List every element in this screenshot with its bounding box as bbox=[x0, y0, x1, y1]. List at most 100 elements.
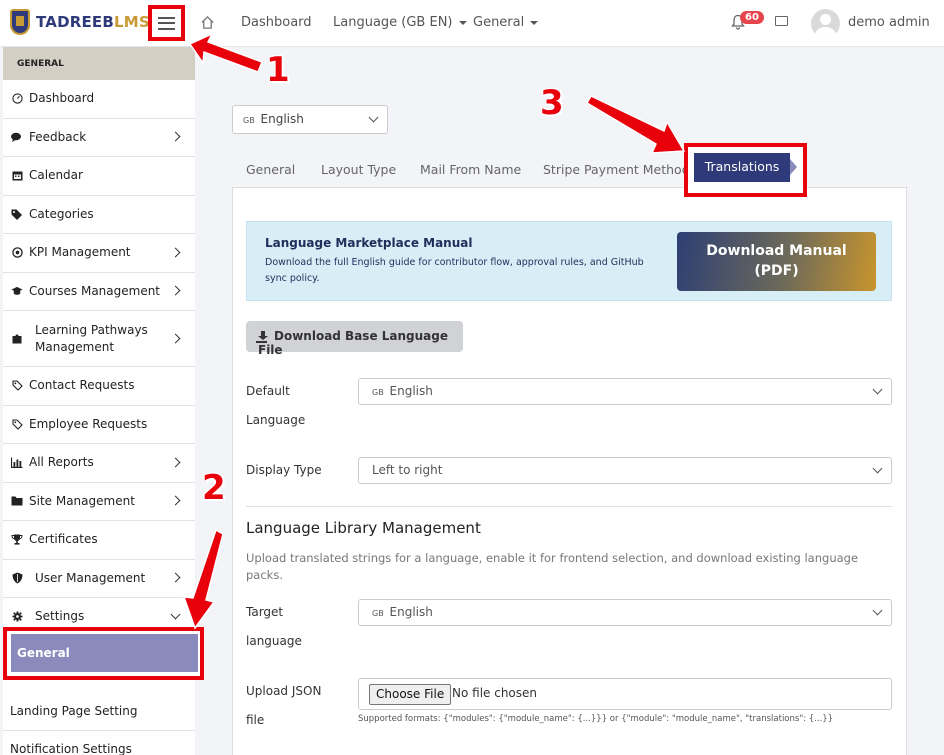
logo-text: TADREEBLMS bbox=[36, 13, 150, 31]
tab-stripe-payment-method[interactable]: Stripe Payment Method bbox=[543, 162, 690, 177]
chevron-down-icon bbox=[872, 463, 883, 474]
sidebar-item-label: Site Management bbox=[29, 493, 135, 508]
bar-chart-icon bbox=[11, 457, 23, 469]
sidebar-item-label: Learning Pathways Management bbox=[35, 322, 148, 354]
tag-icon bbox=[11, 418, 23, 430]
sidebar-item-kpi[interactable]: KPI Management bbox=[3, 234, 195, 273]
chevron-down-icon bbox=[170, 609, 181, 620]
section-description: Upload translated strings for a language… bbox=[246, 551, 859, 582]
sidebar-item-employee-requests[interactable]: Employee Requests bbox=[3, 406, 195, 444]
download-icon-base bbox=[256, 341, 267, 343]
display-type-label: Display Type bbox=[246, 463, 322, 477]
logo-shield-icon bbox=[10, 9, 30, 35]
chevron-right-icon bbox=[170, 247, 181, 258]
language-select[interactable]: GB English bbox=[232, 105, 388, 134]
tags-icon bbox=[11, 208, 23, 220]
tag-icon bbox=[11, 380, 23, 392]
sidebar-item-certificates[interactable]: Certificates bbox=[3, 521, 195, 560]
sidebar-item-landing-page-setting[interactable]: Landing Page Setting bbox=[3, 693, 195, 731]
upload-json-field[interactable]: Choose File No file chosen bbox=[358, 678, 892, 710]
top-navbar: TADREEBLMS Dashboard Language (GB EN) Ge… bbox=[0, 0, 944, 47]
default-language-label: Default bbox=[246, 384, 290, 398]
nav-language-dropdown[interactable]: Language (GB EN) bbox=[333, 15, 467, 30]
info-box-title: Language Marketplace Manual bbox=[265, 236, 473, 250]
display-type-select[interactable]: Left to right bbox=[358, 457, 892, 484]
download-manual-label: Download Manual bbox=[706, 243, 847, 259]
chevron-right-icon bbox=[170, 495, 181, 506]
puzzle-icon bbox=[11, 333, 23, 345]
download-manual-button[interactable]: Download Manual (PDF) bbox=[677, 232, 876, 291]
chevron-down-icon bbox=[872, 384, 883, 395]
chevron-right-icon bbox=[170, 572, 181, 583]
default-language-select[interactable]: GB English bbox=[358, 378, 892, 405]
sidebar-toggle-button[interactable] bbox=[148, 5, 185, 41]
nav-general-dropdown[interactable]: General bbox=[473, 15, 539, 30]
calendar-icon bbox=[11, 170, 23, 182]
sidebar-item-site-management[interactable]: Site Management bbox=[3, 483, 195, 521]
sidebar-item-label: Feedback bbox=[29, 129, 87, 144]
sidebar-item-feedback[interactable]: Feedback bbox=[3, 119, 195, 157]
shield-icon bbox=[11, 572, 23, 584]
logo[interactable]: TADREEBLMS bbox=[10, 9, 150, 35]
nav-language-label: Language (GB EN) bbox=[333, 15, 453, 30]
target-language-select[interactable]: GB English bbox=[358, 599, 892, 626]
section-title: Language Library Management bbox=[246, 519, 481, 537]
tab-mail-from-name[interactable]: Mail From Name bbox=[420, 162, 521, 177]
gb-flag-icon: GB bbox=[243, 116, 255, 125]
sidebar-item-learning-pathways[interactable]: Learning Pathways Management bbox=[3, 311, 195, 367]
avatar[interactable] bbox=[811, 9, 840, 38]
target-language-label: Target bbox=[246, 605, 284, 619]
file-status: No file chosen bbox=[452, 686, 538, 700]
chevron-right-icon bbox=[170, 131, 181, 142]
active-item-highlight-box: General bbox=[3, 627, 204, 680]
choose-file-button[interactable]: Choose File bbox=[369, 684, 452, 705]
manual-info-box: Language Marketplace Manual Download the… bbox=[246, 221, 892, 301]
step-1-label: 1 bbox=[266, 50, 290, 90]
sidebar-item-categories[interactable]: Categories bbox=[3, 196, 195, 234]
chevron-down-icon bbox=[368, 112, 379, 123]
mail-icon[interactable] bbox=[775, 16, 788, 26]
sidebar-item-label: Landing Page Setting bbox=[10, 703, 138, 718]
sidebar-section-title: GENERAL bbox=[3, 47, 195, 80]
active-tab-highlight-box: Translations bbox=[684, 143, 807, 197]
sidebar-item-label: Categories bbox=[29, 206, 94, 221]
sidebar-item-contact-requests[interactable]: Contact Requests bbox=[3, 367, 195, 406]
step-2-label: 2 bbox=[202, 468, 226, 508]
user-name[interactable]: demo admin bbox=[848, 15, 930, 30]
sidebar-item-general-active[interactable]: General bbox=[11, 634, 198, 672]
target-icon bbox=[11, 247, 23, 259]
arrow-3-icon bbox=[585, 95, 686, 154]
tab-general[interactable]: General bbox=[246, 162, 295, 177]
tab-translations[interactable]: Translations bbox=[694, 153, 790, 182]
display-type-value: Left to right bbox=[372, 463, 443, 477]
home-icon[interactable] bbox=[200, 15, 215, 30]
sidebar-item-label: User Management bbox=[35, 570, 146, 585]
sidebar-item-all-reports[interactable]: All Reports bbox=[3, 444, 195, 483]
sidebar-item-label: All Reports bbox=[29, 455, 94, 470]
sidebar-item-notification-settings[interactable]: Notification Settings bbox=[3, 731, 195, 755]
graduation-cap-icon bbox=[11, 285, 23, 297]
download-base-language-button[interactable]: Download Base Language File bbox=[246, 321, 463, 357]
gear-icon bbox=[11, 611, 23, 623]
nav-general-label: General bbox=[473, 15, 525, 30]
folder-icon bbox=[11, 495, 23, 507]
download-icon bbox=[258, 331, 268, 341]
chevron-right-icon bbox=[170, 285, 181, 296]
sidebar-item-label: KPI Management bbox=[29, 245, 131, 260]
gb-flag-icon: GB bbox=[372, 388, 384, 397]
supported-formats-hint: Supported formats: {"modules": {"module_… bbox=[358, 714, 834, 724]
sidebar-item-calendar[interactable]: Calendar bbox=[3, 157, 195, 196]
gauge-icon bbox=[11, 93, 23, 105]
trophy-icon bbox=[11, 534, 23, 546]
notification-badge: 60 bbox=[740, 11, 764, 24]
target-language-label-line2: language bbox=[246, 634, 302, 648]
tab-layout-type[interactable]: Layout Type bbox=[321, 162, 396, 177]
chevron-right-icon bbox=[170, 457, 181, 468]
nav-dashboard-link[interactable]: Dashboard bbox=[241, 15, 312, 30]
caret-down-icon bbox=[530, 20, 539, 25]
sidebar-item-dashboard[interactable]: Dashboard bbox=[3, 80, 195, 119]
sidebar-item-label: Contact Requests bbox=[29, 378, 135, 393]
sidebar-item-courses[interactable]: Courses Management bbox=[3, 273, 195, 311]
sidebar-item-user-management[interactable]: User Management bbox=[3, 560, 195, 598]
section-divider bbox=[246, 506, 892, 507]
